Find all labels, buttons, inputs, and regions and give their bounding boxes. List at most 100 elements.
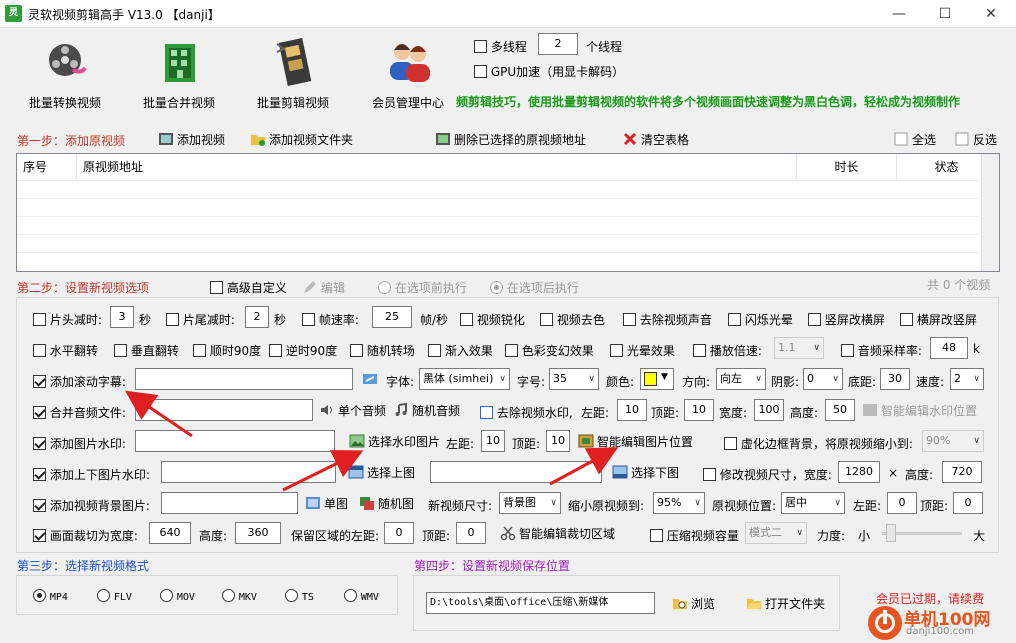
wm-width-input[interactable]: 100	[754, 399, 784, 421]
batch-merge-button[interactable]: 批量合并视频	[129, 30, 229, 115]
random-audio-button[interactable]: 随机音频	[393, 402, 460, 419]
fps-option[interactable]: 帧速率:	[302, 311, 359, 328]
audio-file-input[interactable]	[135, 399, 313, 421]
crop-checkbox[interactable]	[33, 529, 46, 542]
updown-watermark-option[interactable]: 添加上下图片水印:	[33, 466, 150, 483]
open-folder-button[interactable]: 打开文件夹	[746, 595, 825, 612]
smart-image-button[interactable]: 智能编辑图片位置	[578, 433, 693, 450]
halo-option[interactable]: 光晕效果	[610, 342, 675, 359]
watermark-image-input[interactable]	[135, 430, 335, 452]
fade-checkbox[interactable]	[428, 344, 441, 357]
select-all-button[interactable]: 全选	[893, 131, 936, 148]
remove-watermark-option[interactable]: 去除视频水印,	[480, 404, 573, 421]
color-picker[interactable]: ▼	[640, 368, 674, 390]
head-cut-checkbox[interactable]	[33, 313, 46, 326]
advanced-checkbox[interactable]	[210, 281, 223, 294]
updown-watermark-checkbox[interactable]	[33, 468, 46, 481]
format-mkv-radio[interactable]	[222, 589, 235, 602]
column-header-path[interactable]: 原视频地址	[77, 154, 797, 180]
random-transition-option[interactable]: 随机转场	[350, 342, 415, 359]
compress-checkbox[interactable]	[650, 529, 663, 542]
keep-left-input[interactable]: 0	[384, 522, 414, 544]
sharpen-option[interactable]: 视频锐化	[460, 311, 525, 328]
edit-button[interactable]: 编辑	[302, 279, 345, 296]
bg-image-option[interactable]: 添加视频背景图片:	[33, 497, 150, 514]
ccw90-option[interactable]: 逆时90度	[269, 342, 337, 359]
mute-checkbox[interactable]	[623, 313, 636, 326]
head-cut-input[interactable]: 3	[110, 306, 134, 328]
choose-watermark-button[interactable]: 选择水印图片	[349, 433, 440, 450]
bg-left-input[interactable]: 0	[887, 492, 917, 514]
format-wmv-option[interactable]: WMV	[344, 589, 379, 603]
format-flv-option[interactable]: FLV	[97, 589, 132, 603]
image-watermark-option[interactable]: 添加图片水印:	[33, 435, 126, 452]
color-change-option[interactable]: 色彩变幻效果	[505, 342, 594, 359]
fade-option[interactable]: 渐入效果	[428, 342, 493, 359]
clear-table-button[interactable]: 清空表格	[622, 131, 689, 148]
batch-convert-button[interactable]: 批量转换视频	[15, 30, 115, 115]
direction-select[interactable]: 向左	[716, 368, 766, 390]
tail-cut-option[interactable]: 片尾减时:	[166, 311, 235, 328]
shrink-select[interactable]: 95%	[653, 492, 705, 514]
choose-top-image-button[interactable]: 选择上图	[348, 464, 415, 481]
scroll-subtitle-checkbox[interactable]	[33, 375, 46, 388]
sharpen-checkbox[interactable]	[460, 313, 473, 326]
format-mp4-option[interactable]: MP4	[33, 589, 68, 603]
bg-image-input[interactable]	[161, 492, 298, 514]
video-table[interactable]: 序号 原视频地址 时长 状态	[16, 153, 1000, 272]
font-size-select[interactable]: 35	[549, 368, 599, 390]
fps-input[interactable]: 25	[372, 306, 412, 328]
color-change-checkbox[interactable]	[505, 344, 518, 357]
blur-border-option[interactable]: 虚化边框背景，将原视频缩小到:	[724, 435, 913, 452]
vflip-checkbox[interactable]	[114, 344, 127, 357]
playback-speed-checkbox[interactable]	[693, 344, 706, 357]
format-mov-radio[interactable]	[160, 589, 173, 602]
scroll-speed-select[interactable]: 2	[950, 368, 984, 390]
cw90-option[interactable]: 顺时90度	[193, 342, 261, 359]
exec-before-radio[interactable]	[378, 281, 391, 294]
blur-border-checkbox[interactable]	[724, 437, 737, 450]
font-select[interactable]: 黑体 (simhei)	[419, 368, 510, 390]
single-audio-button[interactable]: 单个音频	[319, 402, 386, 419]
wm-height-input[interactable]: 50	[825, 399, 855, 421]
bottom-distance-input[interactable]: 30	[880, 368, 910, 390]
v2h-checkbox[interactable]	[808, 313, 821, 326]
playback-speed-option[interactable]: 播放倍速:	[693, 342, 762, 359]
scroll-subtitle-option[interactable]: 添加滚动字幕:	[33, 373, 126, 390]
format-ts-option[interactable]: TS	[285, 589, 314, 603]
random-bg-button[interactable]: 随机图	[359, 495, 414, 512]
decolor-option[interactable]: 视频去色	[540, 311, 605, 328]
exec-before-option[interactable]: 在选项前执行	[378, 279, 467, 296]
halo-checkbox[interactable]	[610, 344, 623, 357]
format-ts-radio[interactable]	[285, 589, 298, 602]
random-transition-checkbox[interactable]	[350, 344, 363, 357]
hflip-checkbox[interactable]	[33, 344, 46, 357]
compress-option[interactable]: 压缩视频容量	[650, 527, 739, 544]
add-video-button[interactable]: 添加视频	[158, 131, 225, 148]
img-left-input[interactable]: 10	[481, 430, 505, 452]
resize-checkbox[interactable]	[703, 468, 716, 481]
format-mp4-radio[interactable]	[33, 589, 46, 602]
compress-mode-select[interactable]: 模式二	[745, 522, 807, 544]
keep-top-input[interactable]: 0	[456, 522, 486, 544]
close-button[interactable]: ✕	[968, 0, 1014, 28]
head-cut-option[interactable]: 片头减时:	[33, 311, 102, 328]
gpu-checkbox[interactable]	[474, 65, 487, 78]
img-top-input[interactable]: 10	[546, 430, 570, 452]
bottom-image-input[interactable]	[430, 461, 602, 483]
exec-after-radio[interactable]	[490, 281, 503, 294]
choose-bottom-image-button[interactable]: 选择下图	[612, 464, 679, 481]
add-folder-button[interactable]: 添加视频文件夹	[250, 131, 353, 148]
merge-audio-option[interactable]: 合并音频文件:	[33, 404, 126, 421]
flash-option[interactable]: 闪烁光晕	[728, 311, 793, 328]
position-select[interactable]: 居中	[781, 492, 845, 514]
tail-cut-input[interactable]: 2	[245, 306, 269, 328]
top-image-input[interactable]	[161, 461, 336, 483]
cw90-checkbox[interactable]	[193, 344, 206, 357]
decolor-checkbox[interactable]	[540, 313, 553, 326]
remove-selected-button[interactable]: 删除已选择的原视频地址	[435, 131, 586, 148]
fps-checkbox[interactable]	[302, 313, 315, 326]
mute-option[interactable]: 去除视频声音	[623, 311, 712, 328]
bg-image-checkbox[interactable]	[33, 499, 46, 512]
advanced-option[interactable]: 高级自定义	[210, 279, 287, 296]
